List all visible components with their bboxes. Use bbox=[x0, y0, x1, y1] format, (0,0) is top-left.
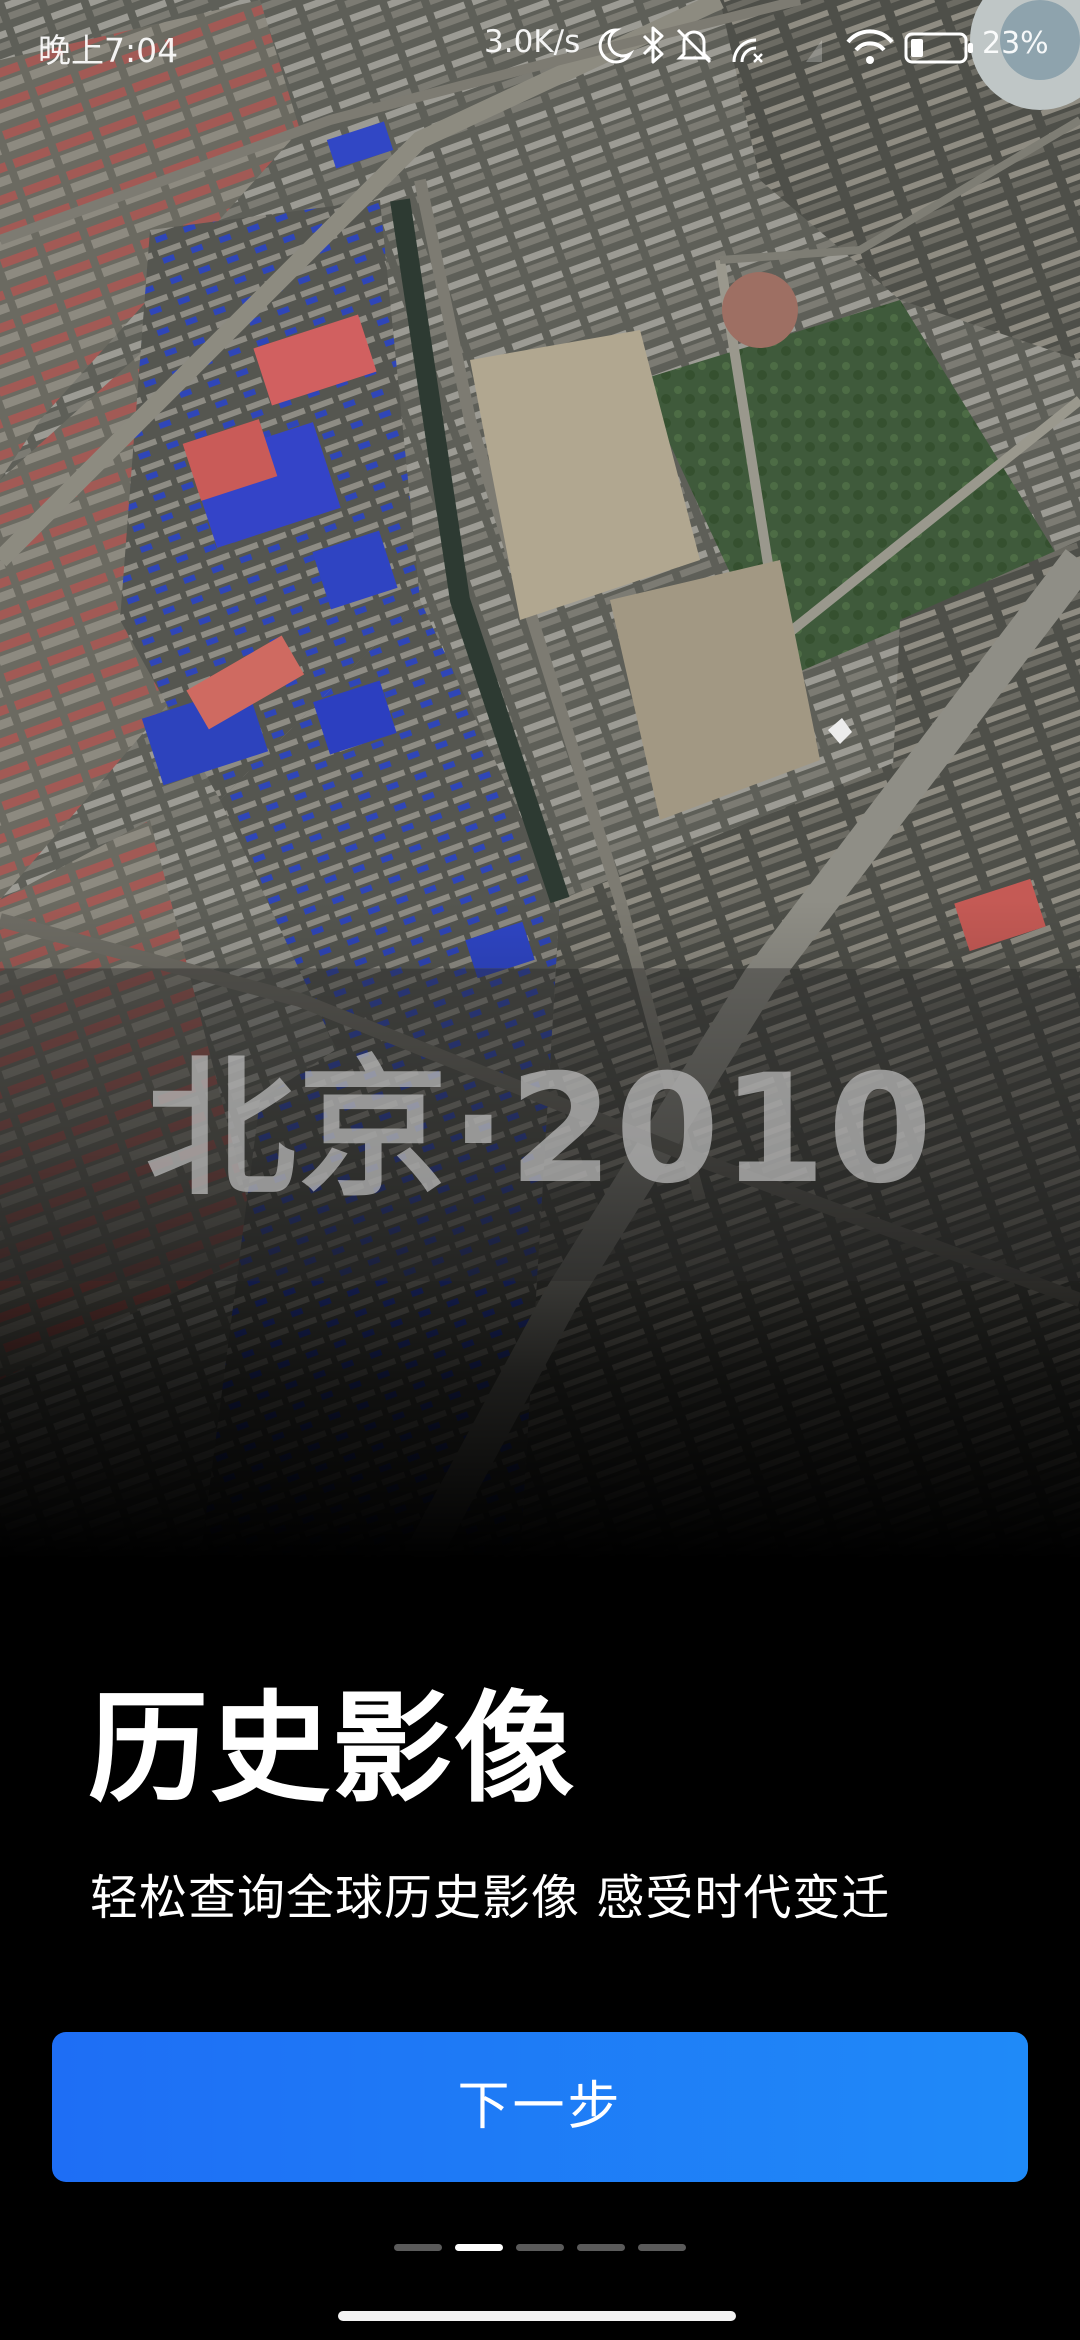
signal-icon bbox=[806, 40, 822, 62]
network-speed: 3.0K/s bbox=[484, 24, 581, 60]
page-dot bbox=[638, 2244, 686, 2251]
mute-bell-icon bbox=[676, 28, 712, 64]
feature-title: 历史影像 bbox=[88, 1680, 576, 1819]
battery-icon bbox=[904, 32, 973, 64]
wifi-icon bbox=[846, 29, 894, 64]
year-location-label: 北京·2010 bbox=[145, 1043, 935, 1217]
next-step-button[interactable]: 下一步 bbox=[52, 2032, 1028, 2182]
no-signal-icon bbox=[732, 38, 763, 63]
home-indicator[interactable] bbox=[338, 2311, 736, 2321]
battery-percent: 23% bbox=[982, 26, 1049, 61]
status-time: 晚上7:04 bbox=[38, 31, 179, 70]
image-fade-overlay bbox=[0, 0, 1080, 1560]
page-indicator bbox=[394, 2244, 686, 2252]
page-dot bbox=[394, 2244, 442, 2251]
status-bar: 晚上7:04 3.0K/s 23% bbox=[0, 0, 1080, 92]
page-dot bbox=[577, 2244, 625, 2251]
status-icons bbox=[598, 26, 973, 64]
bluetooth-icon bbox=[642, 26, 664, 64]
moon-icon bbox=[598, 28, 635, 64]
feature-subtitle: 轻松查询全球历史影像 感受时代变迁 bbox=[90, 1870, 891, 1926]
page-dot bbox=[455, 2244, 503, 2251]
satellite-image-background bbox=[0, 0, 1080, 1560]
page-dot bbox=[516, 2244, 564, 2251]
